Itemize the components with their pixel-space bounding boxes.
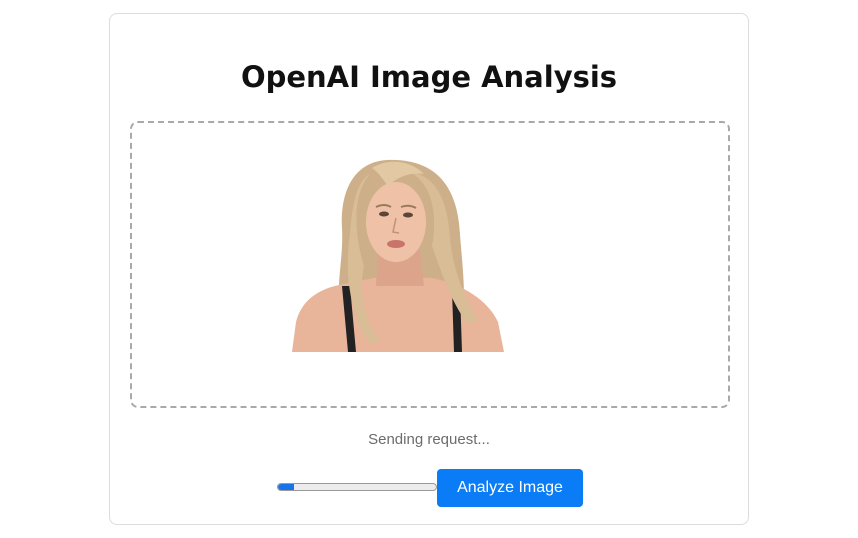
status-text: Sending request...	[368, 431, 490, 448]
image-dropzone[interactable]	[130, 121, 730, 408]
page-title: OpenAI Image Analysis	[240, 60, 618, 94]
analysis-card: OpenAI Image Analysis Sending request...…	[109, 13, 749, 525]
uploaded-image-preview	[292, 159, 504, 352]
upload-progress-bar	[277, 483, 437, 491]
analyze-image-button[interactable]: Analyze Image	[437, 469, 583, 507]
progress-fill	[278, 484, 294, 490]
